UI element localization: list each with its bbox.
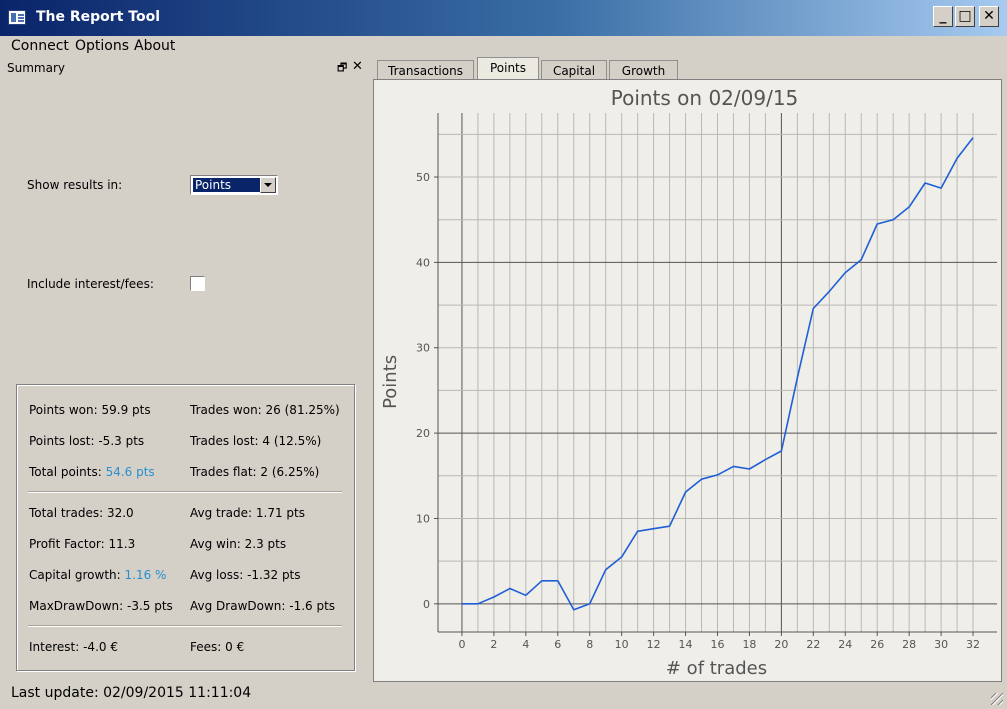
maximize-button[interactable]: □ <box>955 6 975 27</box>
profit-factor: Profit Factor: 11.3 <box>29 537 136 551</box>
x-tick-label: 18 <box>742 638 756 651</box>
title-bar[interactable]: The Report Tool _ □ ✕ <box>0 0 1007 36</box>
tab-points[interactable]: Points <box>477 57 539 81</box>
max-drawdown: MaxDrawDown: -3.5 pts <box>29 599 173 613</box>
menu-about[interactable]: About <box>134 38 175 54</box>
x-tick-label: 30 <box>934 638 948 651</box>
summary-dock-title: Summary <box>7 61 65 75</box>
y-tick-label: 40 <box>416 256 430 269</box>
capital-growth-value: 1.16 % <box>124 568 167 582</box>
trades-lost: Trades lost: 4 (12.5%) <box>190 434 322 448</box>
x-tick-label: 28 <box>902 638 916 651</box>
show-results-value: Points <box>193 178 261 192</box>
stats-divider <box>28 491 342 493</box>
y-tick-label: 0 <box>423 598 430 611</box>
x-tick-label: 24 <box>838 638 852 651</box>
tab-capital[interactable]: Capital <box>541 60 607 80</box>
total-points-label: Total points: <box>29 465 106 479</box>
include-fees-label: Include interest/fees: <box>27 277 154 291</box>
avg-win: Avg win: 2.3 pts <box>190 537 287 551</box>
resize-grip[interactable] <box>991 693 1003 705</box>
window-title: The Report Tool <box>36 9 160 25</box>
menu-connect[interactable]: Connect <box>11 38 69 54</box>
app-icon <box>8 10 26 25</box>
y-tick-label: 30 <box>416 342 430 355</box>
x-tick-label: 22 <box>806 638 820 651</box>
x-tick-label: 2 <box>490 638 497 651</box>
tab-growth[interactable]: Growth <box>609 60 678 80</box>
trades-flat: Trades flat: 2 (6.25%) <box>190 465 320 479</box>
y-tick-label: 10 <box>416 512 430 525</box>
minimize-button[interactable]: _ <box>933 6 953 27</box>
chart-title: Points on 02/09/15 <box>611 86 799 110</box>
x-tick-label: 20 <box>774 638 788 651</box>
interest: Interest: -4.0 € <box>29 640 118 654</box>
points-lost: Points lost: -5.3 pts <box>29 434 145 448</box>
x-tick-label: 6 <box>554 638 561 651</box>
x-tick-label: 4 <box>522 638 529 651</box>
x-tick-label: 8 <box>586 638 593 651</box>
x-tick-label: 26 <box>870 638 884 651</box>
stats-panel <box>16 384 355 671</box>
x-tick-label: 10 <box>615 638 629 651</box>
x-tick-label: 32 <box>966 638 980 651</box>
trades-won: Trades won: 26 (81.25%) <box>190 403 340 417</box>
total-points-value: 54.6 pts <box>105 465 155 479</box>
avg-loss: Avg loss: -1.32 pts <box>190 568 301 582</box>
y-tick-label: 50 <box>416 171 430 184</box>
fees: Fees: 0 € <box>190 640 245 654</box>
chevron-down-icon[interactable] <box>260 177 276 193</box>
tab-transactions[interactable]: Transactions <box>377 60 474 80</box>
points-won: Points won: 59.9 pts <box>29 403 151 417</box>
capital-growth: Capital growth: 1.16 % <box>29 568 166 582</box>
show-results-select[interactable]: Points <box>190 175 278 195</box>
close-button[interactable]: ✕ <box>979 6 999 27</box>
total-points: Total points: 54.6 pts <box>29 465 155 479</box>
x-tick-label: 12 <box>647 638 661 651</box>
show-results-label: Show results in: <box>27 178 123 192</box>
menu-bar: Connect Options About <box>0 36 1007 56</box>
stats-divider <box>28 625 342 627</box>
dock-float-icon[interactable]: 🗗 <box>337 59 347 78</box>
status-bar-text: Last update: 02/09/2015 11:11:04 <box>11 685 252 701</box>
dock-close-icon[interactable]: ✕ <box>352 59 363 74</box>
x-tick-label: 14 <box>679 638 693 651</box>
y-axis-label: Points <box>380 355 401 409</box>
include-fees-checkbox[interactable] <box>190 276 205 291</box>
x-tick-label: 16 <box>711 638 725 651</box>
avg-trade: Avg trade: 1.71 pts <box>190 506 305 520</box>
x-axis-label: # of trades <box>666 658 767 679</box>
points-chart: 0 2 4 6 8 10 12 14 16 18 20 22 24 26 28 30 3201020304050… <box>380 86 997 679</box>
x-tick-label: 0 <box>458 638 465 651</box>
capital-growth-label: Capital growth: <box>29 568 125 582</box>
avg-drawdown: Avg DrawDown: -1.6 pts <box>190 599 336 613</box>
y-tick-label: 20 <box>416 427 430 440</box>
total-trades: Total trades: 32.0 <box>29 506 134 520</box>
menu-options[interactable]: Options <box>75 38 129 54</box>
